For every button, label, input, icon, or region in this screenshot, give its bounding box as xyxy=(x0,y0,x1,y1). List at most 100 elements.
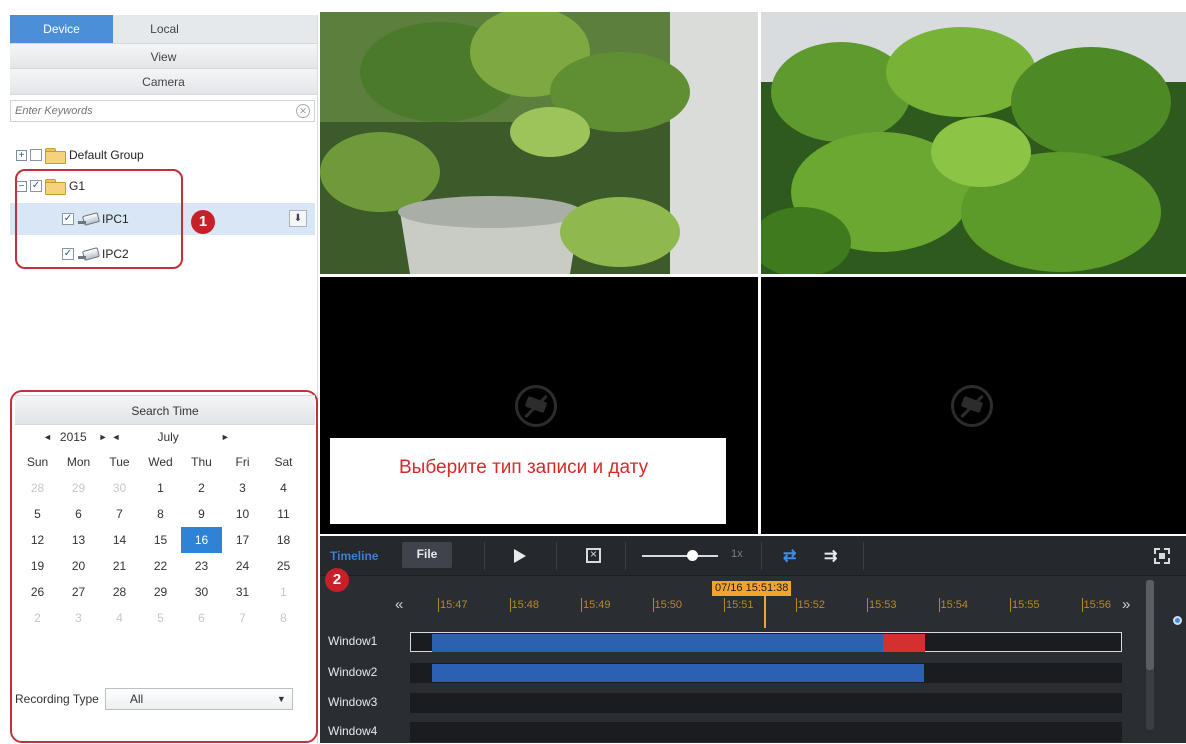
calendar-day[interactable]: 4 xyxy=(99,605,140,631)
calendar-day[interactable]: 14 xyxy=(99,527,140,553)
tab-file[interactable]: File xyxy=(402,542,452,568)
window-track-3[interactable] xyxy=(410,693,1122,713)
tab-device[interactable]: Device xyxy=(10,15,113,43)
calendar-day[interactable]: 7 xyxy=(222,605,263,631)
weekday-label: Wed xyxy=(148,455,173,469)
calendar-day[interactable]: 16 xyxy=(181,527,222,553)
normal-recording-segment[interactable] xyxy=(432,634,883,652)
calendar-day[interactable]: 5 xyxy=(140,605,181,631)
no-video-icon xyxy=(515,385,557,427)
callout-badge-2: 2 xyxy=(325,568,349,592)
calendar-day[interactable]: 15 xyxy=(140,527,181,553)
calendar-day[interactable]: 13 xyxy=(58,527,99,553)
alarm-recording-segment[interactable] xyxy=(883,634,925,652)
sync-play-icon[interactable]: ⇄ xyxy=(783,546,796,566)
calendar-day[interactable]: 10 xyxy=(222,501,263,527)
time-ruler[interactable]: « 15:47 15:48 15:49 15:50 15:51 15:52 15:53 15:… xyxy=(320,576,1150,628)
speed-slider[interactable] xyxy=(642,555,718,557)
calendar-day[interactable]: 2 xyxy=(17,605,58,631)
video-window-1[interactable] xyxy=(320,12,758,274)
calendar-day[interactable]: 3 xyxy=(222,475,263,501)
tab-local[interactable]: Local xyxy=(113,15,216,43)
calendar-day[interactable]: 29 xyxy=(58,475,99,501)
calendar-day[interactable]: 3 xyxy=(58,605,99,631)
calendar-day[interactable]: 30 xyxy=(181,579,222,605)
calendar-day[interactable]: 30 xyxy=(99,475,140,501)
playhead-line[interactable] xyxy=(764,596,766,628)
tab-spacer xyxy=(216,15,317,43)
window-track-4[interactable] xyxy=(410,722,1122,742)
calendar-day[interactable]: 19 xyxy=(17,553,58,579)
calendar-day[interactable]: 8 xyxy=(140,501,181,527)
weekday-label: Sat xyxy=(274,455,293,469)
divider xyxy=(625,542,626,570)
calendar-day[interactable]: 1 xyxy=(263,579,304,605)
calendar-day[interactable]: 6 xyxy=(181,605,222,631)
folder-icon xyxy=(45,148,66,164)
view-section-header[interactable]: View xyxy=(10,43,317,69)
download-icon[interactable]: ⬇ xyxy=(289,210,307,227)
calendar-day[interactable]: 20 xyxy=(58,553,99,579)
divider xyxy=(484,542,485,570)
prev-year-icon[interactable]: ◄ xyxy=(43,432,52,442)
calendar-day[interactable]: 21 xyxy=(99,553,140,579)
window-row-3: Window3 xyxy=(320,691,1126,715)
calendar-day[interactable]: 23 xyxy=(181,553,222,579)
calendar-day[interactable]: 6 xyxy=(58,501,99,527)
ruler-tick-label: 15:48 xyxy=(509,598,540,612)
search-input[interactable] xyxy=(11,101,281,121)
expand-icon[interactable]: + xyxy=(16,149,27,161)
calendar-day[interactable]: 24 xyxy=(222,553,263,579)
calendar-day[interactable]: 28 xyxy=(99,579,140,605)
timeline-next-icon[interactable]: » xyxy=(1122,596,1130,613)
plant-feed-image-1 xyxy=(320,12,758,274)
video-window-4[interactable] xyxy=(761,277,1186,534)
calendar-day[interactable]: 22 xyxy=(140,553,181,579)
ruler-tick-label: 15:51 xyxy=(724,598,754,612)
zoom-slider-knob[interactable] xyxy=(1173,616,1182,625)
calendar-day[interactable]: 9 xyxy=(181,501,222,527)
tab-timeline[interactable]: Timeline xyxy=(330,544,378,568)
calendar-day[interactable]: 8 xyxy=(263,605,304,631)
calendar-day[interactable]: 27 xyxy=(58,579,99,605)
window-track-2[interactable] xyxy=(410,663,1122,683)
checkbox-default-group[interactable] xyxy=(30,149,42,161)
calendar-day[interactable]: 26 xyxy=(17,579,58,605)
calendar-day[interactable]: 12 xyxy=(17,527,58,553)
calendar-day[interactable]: 29 xyxy=(140,579,181,605)
calendar-day[interactable]: 5 xyxy=(17,501,58,527)
async-play-icon[interactable]: ⇉ xyxy=(824,546,837,566)
calendar-day[interactable]: 11 xyxy=(263,501,304,527)
year-label: 2015 xyxy=(59,430,87,444)
next-month-icon[interactable]: ► xyxy=(221,432,230,442)
fullscreen-icon[interactable] xyxy=(1154,548,1170,564)
video-window-2[interactable] xyxy=(761,12,1186,274)
window-track-1[interactable] xyxy=(410,632,1122,652)
timeline-prev-icon[interactable]: « xyxy=(395,596,403,613)
window-row-2: Window2 xyxy=(320,661,1126,685)
speed-slider-knob[interactable] xyxy=(687,550,698,561)
calendar-day[interactable]: 4 xyxy=(263,475,304,501)
normal-recording-segment[interactable] xyxy=(432,664,924,682)
timeline-scrollbar[interactable] xyxy=(1146,580,1154,730)
tree-item-default-group[interactable]: + Default Group xyxy=(16,142,144,168)
plant-feed-image-2 xyxy=(761,12,1186,274)
playback-panel: Timeline File 1x ⇄ ⇉ « 15:47 15:48 15:49 15… xyxy=(320,536,1186,743)
calendar-day[interactable]: 17 xyxy=(222,527,263,553)
ruler-tick-label: 15:50 xyxy=(652,598,683,612)
clear-search-icon[interactable]: ✕ xyxy=(296,104,310,118)
calendar-day[interactable]: 18 xyxy=(263,527,304,553)
clip-icon[interactable] xyxy=(586,547,601,563)
prev-month-icon[interactable]: ◄ xyxy=(112,432,121,442)
calendar-day[interactable]: 25 xyxy=(263,553,304,579)
recording-type-select[interactable]: All xyxy=(104,688,293,710)
calendar-day[interactable]: 7 xyxy=(99,501,140,527)
calendar-day[interactable]: 1 xyxy=(140,475,181,501)
weekday-label: Sun xyxy=(26,455,49,469)
calendar-day[interactable]: 31 xyxy=(222,579,263,605)
calendar-day[interactable]: 2 xyxy=(181,475,222,501)
calendar-day[interactable]: 28 xyxy=(17,475,58,501)
next-year-icon[interactable]: ► xyxy=(99,432,108,442)
camera-section-header[interactable]: Camera xyxy=(10,69,317,95)
play-icon[interactable] xyxy=(514,549,526,563)
